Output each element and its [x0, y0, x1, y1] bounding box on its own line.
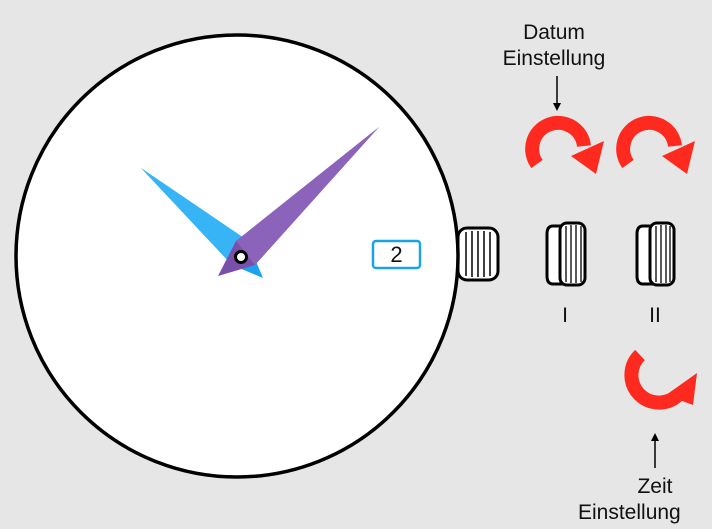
- center-pin: [234, 250, 248, 264]
- zeit-label-line2: Einstellung: [578, 501, 681, 524]
- rotate-clockwise-icon: [616, 115, 695, 174]
- crown-pushed-in: [456, 226, 500, 282]
- zeit-label-line1: Zeit: [637, 475, 673, 498]
- position-1-label: I: [562, 304, 568, 327]
- rotate-clockwise-icon: [525, 115, 604, 174]
- watch-setting-diagram: 2 Datum Einstellung I II Zeit Einstellun…: [0, 0, 712, 529]
- position-2-label: II: [649, 304, 661, 327]
- diagram-graphics: [14, 33, 697, 479]
- datum-label-line2: Einstellung: [502, 47, 606, 70]
- rotate-counterclockwise-icon: [624, 349, 697, 410]
- date-window-value: 2: [390, 242, 403, 267]
- crown-position-2: [635, 221, 676, 287]
- datum-label-line1: Datum: [523, 21, 585, 44]
- crown-position-1: [545, 221, 587, 287]
